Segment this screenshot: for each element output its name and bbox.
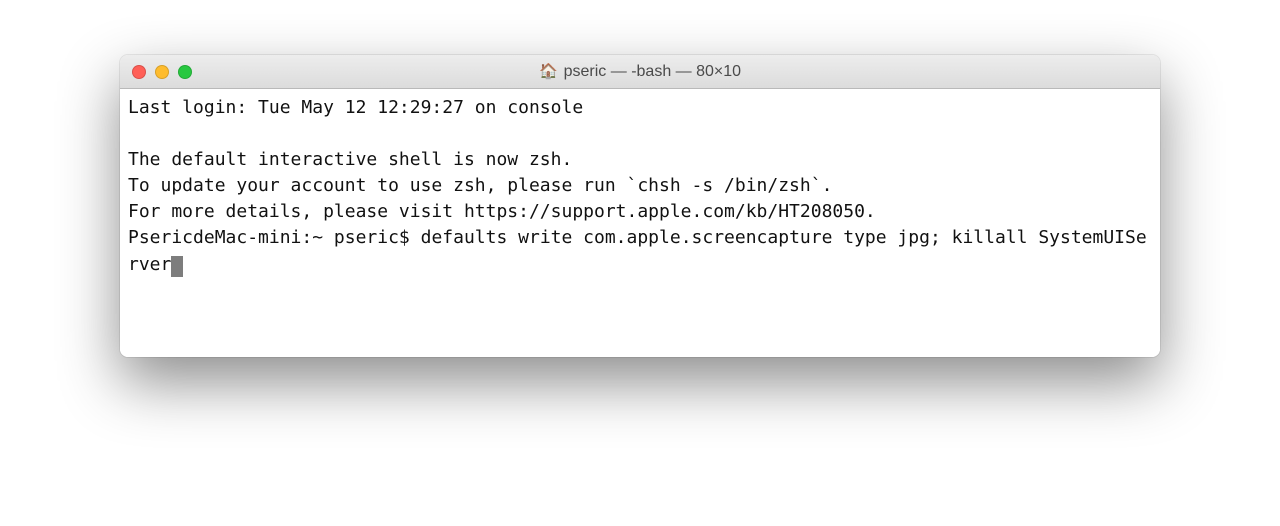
window-title: pseric — -bash — 80×10 (564, 63, 741, 81)
minimize-button[interactable] (155, 65, 169, 79)
close-button[interactable] (132, 65, 146, 79)
terminal-output[interactable]: Last login: Tue May 12 12:29:27 on conso… (128, 95, 1152, 278)
zsh-notice-line-3: For more details, please visit https://s… (128, 201, 876, 222)
home-icon: 🏠 (539, 64, 558, 79)
zsh-notice-line-1: The default interactive shell is now zsh… (128, 149, 572, 170)
zoom-button[interactable] (178, 65, 192, 79)
window-title-wrap: 🏠 pseric — -bash — 80×10 (120, 63, 1160, 81)
traffic-lights (132, 65, 192, 79)
shell-prompt: PsericdeMac-mini:~ pseric$ (128, 227, 421, 248)
text-cursor (171, 256, 182, 277)
zsh-notice-line-2: To update your account to use zsh, pleas… (128, 175, 832, 196)
last-login-line: Last login: Tue May 12 12:29:27 on conso… (128, 97, 583, 118)
terminal-window: 🏠 pseric — -bash — 80×10 Last login: Tue… (120, 55, 1160, 357)
window-titlebar[interactable]: 🏠 pseric — -bash — 80×10 (120, 55, 1160, 89)
terminal-body[interactable]: Last login: Tue May 12 12:29:27 on conso… (120, 89, 1160, 357)
